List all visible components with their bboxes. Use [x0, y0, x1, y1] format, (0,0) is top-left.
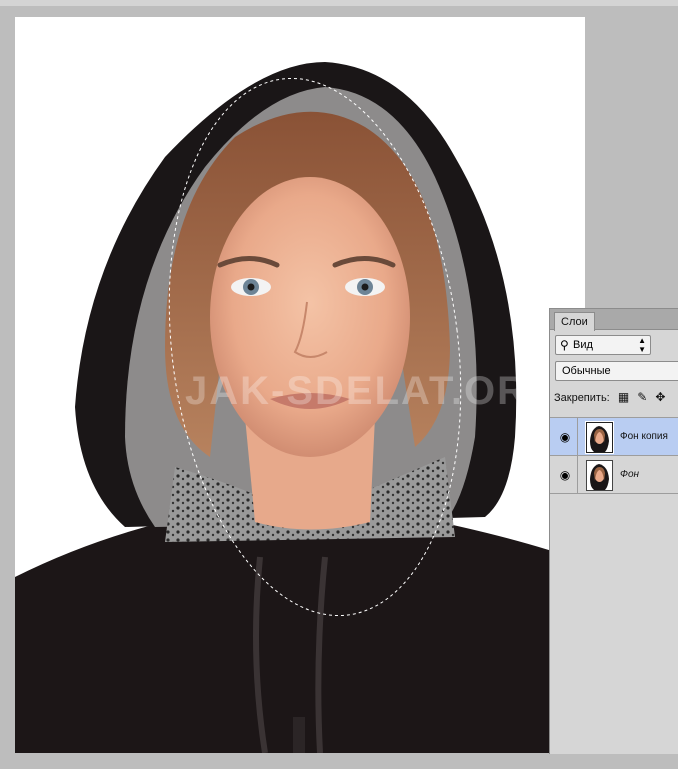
layer-row-fon[interactable]: ◉ Фон [550, 455, 678, 494]
document-canvas[interactable]: JAK-SDELAT.ORG [15, 17, 585, 753]
window-top-strip [0, 0, 678, 6]
blend-mode-select[interactable]: Обычные [555, 361, 678, 381]
layers-list: ◉ Фон копия ◉ Фон [550, 417, 678, 494]
lock-image-pixels-icon[interactable]: ✎ [637, 389, 647, 405]
layer-filter-label: Вид [573, 339, 593, 351]
lock-row: Закрепить: ▦ ✎ ✥ [554, 389, 665, 405]
lock-position-icon[interactable]: ✥ [655, 389, 665, 405]
watermark-text: JAK-SDELAT.ORG [185, 369, 562, 413]
blend-mode-label: Обычные [562, 365, 611, 377]
eye-icon[interactable]: ◉ [558, 430, 572, 444]
layer-row-fon-kopiya[interactable]: ◉ Фон копия [550, 417, 678, 455]
lock-transparent-pixels-icon[interactable]: ▦ [618, 389, 629, 405]
layer-name: Фон [620, 469, 640, 480]
eye-icon[interactable]: ◉ [558, 468, 572, 482]
panel-tab-bar: Слои [550, 309, 678, 331]
layer-thumbnail [586, 460, 613, 491]
layer-thumbnail [585, 421, 614, 454]
tab-layers[interactable]: Слои [554, 312, 595, 331]
layers-panel: Слои ⚲ Вид ▲ ▼ Обычные Закрепить: ▦ ✎ ✥ ◉ [549, 308, 678, 754]
layer-name: Фон копия [620, 431, 668, 442]
search-icon: ⚲ [560, 338, 569, 352]
layer-filter-select[interactable]: ⚲ Вид ▲ ▼ [555, 335, 651, 355]
select-arrows-icon: ▲ ▼ [638, 336, 646, 354]
lock-label: Закрепить: [554, 392, 610, 404]
